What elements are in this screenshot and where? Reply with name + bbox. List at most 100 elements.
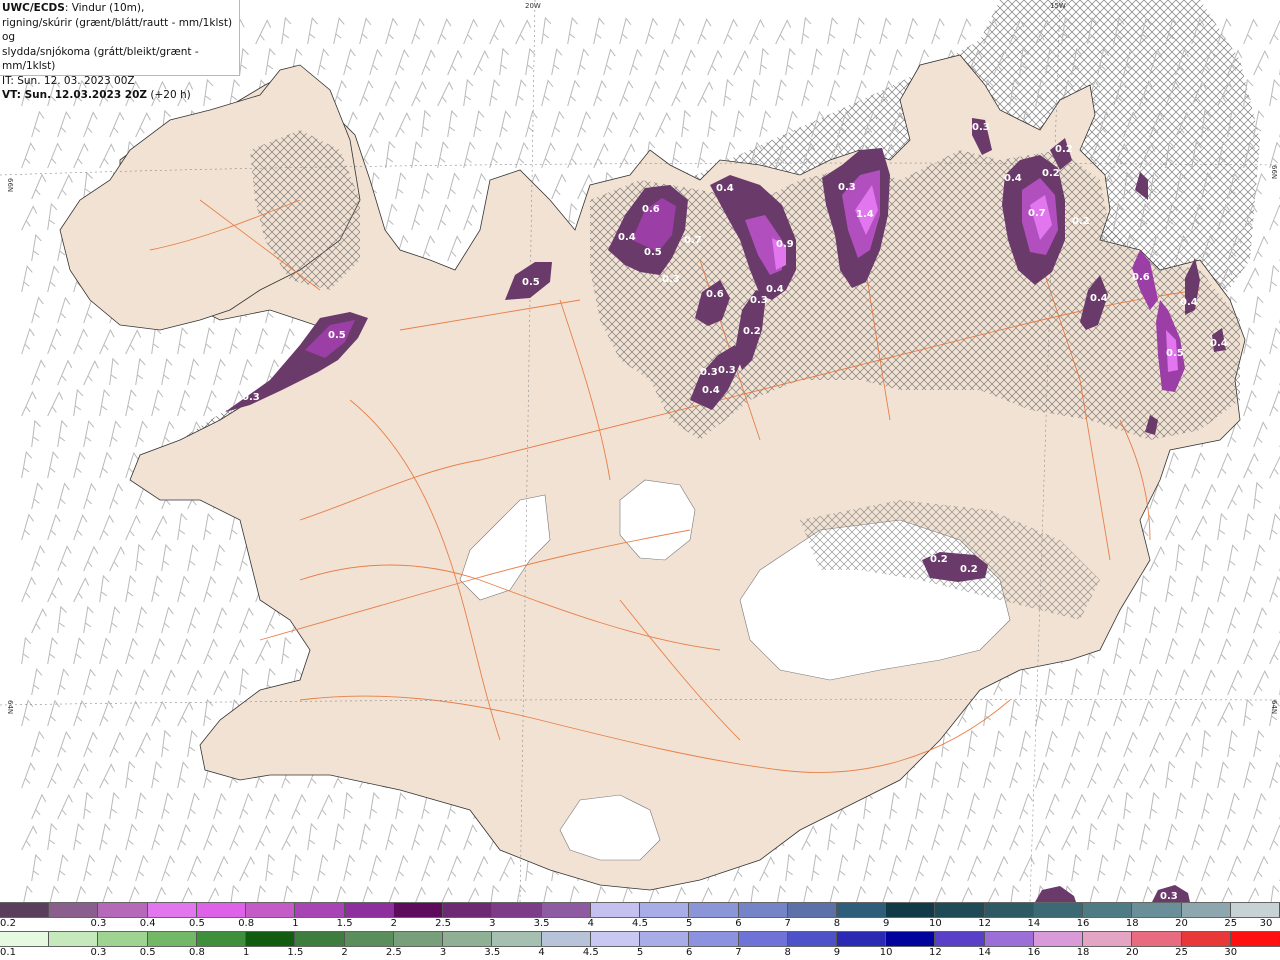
legend-snow-labels: 0.2 0.3 0.4 0.5 0.8 1 1.5 2 2.5 3 3.5 4 4.5 5 6 7 8 9 10 12… — [0, 918, 1280, 929]
legend-swatch — [738, 932, 788, 946]
legend-tick-label: 14 — [978, 947, 991, 958]
legend-tick-label: 16 — [1076, 918, 1090, 929]
lat-label-66n-right: 66N — [1270, 165, 1278, 179]
model-title: UWC/ECDS — [2, 2, 65, 14]
legend-swatch — [1230, 932, 1280, 946]
legend-swatch — [246, 903, 296, 917]
precip-label: 0.6 — [642, 204, 660, 215]
legend-tick-label: 2.5 — [435, 918, 452, 929]
legend-tick-label: 10 — [929, 918, 942, 929]
legend-tick-label: 1.5 — [336, 918, 353, 929]
legend-tick-label: 25 — [1224, 918, 1238, 929]
legend-tick-label: 6 — [735, 918, 742, 929]
legend-tick-label: 10 — [879, 947, 893, 958]
legend-tick-label: 0.5 — [188, 918, 205, 929]
precip-label: 0.2 — [930, 554, 948, 565]
legend-swatch — [689, 932, 739, 946]
legend-swatch — [393, 932, 444, 946]
precip-label: 0.3 — [1160, 891, 1178, 902]
legend-tick-label: 0.2 — [0, 918, 16, 929]
legend-swatch — [246, 932, 296, 946]
precip-label: 0.2 — [1072, 216, 1090, 227]
legend-swatch — [590, 903, 641, 917]
legend-swatch — [49, 932, 99, 946]
precip-label: 0.5 — [1166, 348, 1184, 359]
legend-swatch — [196, 903, 247, 917]
precip-label: 0.2 — [960, 564, 978, 575]
precip-label: 0.4 — [1210, 338, 1228, 349]
legend-swatch — [886, 932, 936, 946]
legend-tick-label: 7 — [735, 947, 742, 958]
legend-tick-label: 12 — [978, 918, 991, 929]
forecast-hour: (+20 h) — [150, 89, 191, 101]
legend-swatch — [541, 932, 591, 946]
legend-tick-label: 0.3 — [90, 947, 107, 958]
precip-label: 0.4 — [716, 183, 734, 194]
precip-label: 0.3 — [750, 295, 768, 306]
legend-tick-label: 4 — [538, 947, 545, 958]
legend-swatch — [196, 932, 247, 946]
legend-tick-label: 3.5 — [533, 918, 550, 929]
legend-tick-label: 14 — [1027, 918, 1041, 929]
precip-label: 0.4 — [1004, 173, 1022, 184]
legend-tick-label: 18 — [1076, 947, 1090, 958]
legend-swatch — [492, 932, 542, 946]
precip-label: 0.6 — [706, 289, 724, 300]
legend-tick-label: 4.5 — [582, 947, 599, 958]
legend-swatch — [1132, 932, 1182, 946]
legend-tick-label: 0.1 — [0, 947, 16, 958]
precip-label: 0.7 — [684, 235, 702, 246]
map-description-line3: slydda/snjókoma (grátt/bleikt/grænt - mm… — [2, 45, 199, 73]
legend-swatch — [1230, 903, 1280, 917]
legend-swatch — [787, 903, 837, 917]
precip-label: 0.4 — [766, 284, 784, 295]
legend-tick-label: 30 — [1259, 918, 1273, 929]
legend-tick-label: 9 — [882, 918, 890, 929]
legend-swatch — [1181, 932, 1231, 946]
precip-label: 0.4 — [1090, 293, 1108, 304]
map-description-line1: : Vindur (10m), — [64, 2, 145, 14]
legend-swatch — [984, 932, 1034, 946]
legend-tick-label: 16 — [1027, 947, 1041, 958]
legend-swatch — [1033, 932, 1084, 946]
legend-tick-label: 4.5 — [632, 918, 648, 929]
legend-swatch — [1033, 903, 1084, 917]
lon-label-20w: 20W — [525, 2, 541, 10]
legend-swatch — [984, 903, 1034, 917]
legend-tick-label: 5 — [636, 947, 644, 958]
legend-swatch — [1132, 903, 1182, 917]
legend-swatch — [787, 932, 837, 946]
legend-tick-label: 2 — [341, 947, 348, 958]
lat-label-64n-left: 64N — [6, 700, 14, 714]
precip-label: 0.2 — [1042, 168, 1060, 179]
legend-tick-label: 1 — [292, 918, 299, 929]
legend-swatch — [0, 932, 50, 946]
precip-label: 0.3 — [662, 274, 680, 285]
legend-swatch — [541, 903, 591, 917]
precip-label: 0.4 — [618, 232, 636, 243]
legend-tick-label: 3 — [489, 918, 496, 929]
map-info-box: UWC/ECDS: Vindur (10m), rigning/skúrir (… — [0, 0, 240, 101]
legend-tick-label: 2 — [390, 918, 398, 929]
legend-swatch — [393, 903, 444, 917]
legend-tick-label: 8 — [833, 918, 841, 929]
legend-swatch — [443, 932, 493, 946]
precip-label: 0.7 — [1028, 208, 1046, 219]
legend-tick-label: 20 — [1125, 947, 1139, 958]
legend-tick-label: 4 — [587, 918, 594, 929]
legend-tick-label: 0.4 — [139, 918, 156, 929]
legend-swatch — [147, 932, 197, 946]
legend-tick-label: 8 — [784, 947, 791, 958]
legend-swatch — [98, 903, 148, 917]
legend-tick-label: 1.5 — [287, 947, 304, 958]
precip-label: 0.2 — [1055, 144, 1073, 155]
legend-tick-label: 3.5 — [484, 947, 501, 958]
legend-rain-labels: 0.1 0.3 0.5 0.8 1 1.5 2 2.5 3 3.5 4 4.5 5 6 7 8 9 10 12 14 1… — [0, 947, 1280, 958]
map-description-line2: rigning/skúrir (grænt/blátt/rautt - mm/1… — [2, 16, 233, 44]
precip-label: 0.2 — [743, 326, 761, 337]
precip-label: 0.6 — [1132, 272, 1150, 283]
precip-label: 0.3 — [700, 367, 718, 378]
precip-label: 0.4 — [702, 385, 720, 396]
legend-tick-label: 2.5 — [385, 947, 402, 958]
legend-swatch — [492, 903, 542, 917]
